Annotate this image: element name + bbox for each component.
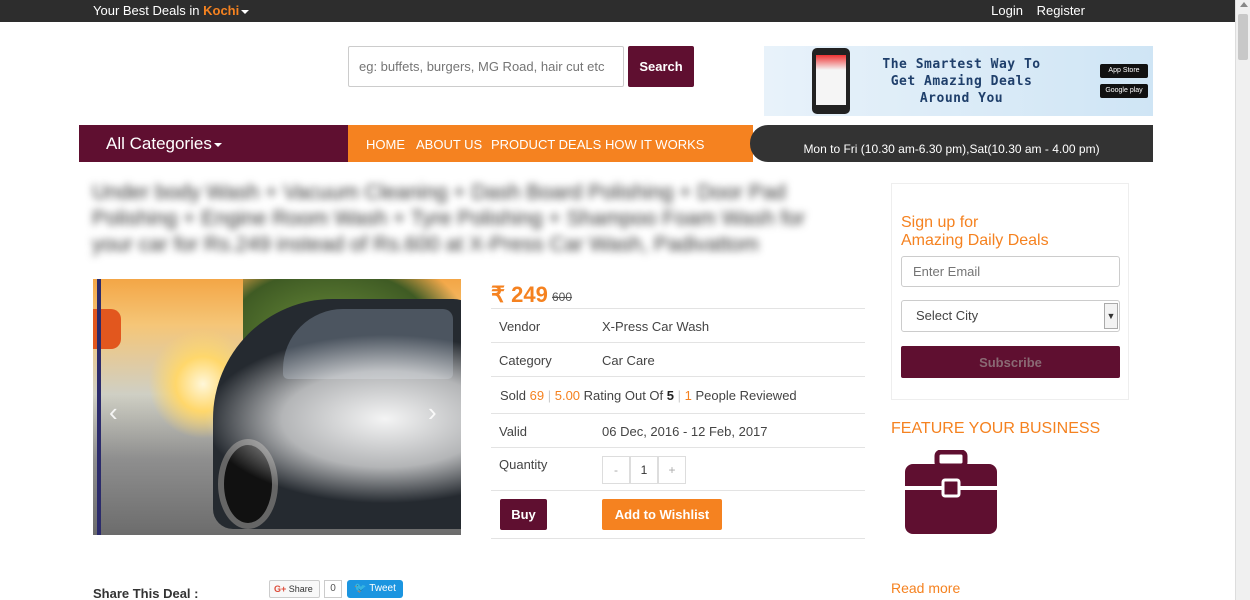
google-play-badge[interactable]: Google play xyxy=(1100,84,1148,98)
nav-item-about-us[interactable]: ABOUT US xyxy=(416,137,482,152)
signup-heading: Sign up for Amazing Daily Deals xyxy=(901,214,1049,250)
location-selector[interactable]: Your Best Deals in Kochi xyxy=(93,3,250,18)
search-input[interactable] xyxy=(348,46,624,87)
dropdown-arrow-icon[interactable]: ▼ xyxy=(1104,303,1118,329)
city-select-value: Select City xyxy=(916,308,979,323)
actions-row: Buy Add to Wishlist xyxy=(491,490,865,539)
rating-row: Sold 69 | 5.00 Rating Out Of 5 | 1 Peopl… xyxy=(491,376,865,413)
vendor-row: Vendor X-Press Car Wash xyxy=(491,308,865,342)
register-link[interactable]: Register xyxy=(1037,3,1085,18)
deal-price: ₹ 249 xyxy=(491,282,548,307)
category-label: Category xyxy=(499,353,552,368)
add-to-wishlist-button[interactable]: Add to Wishlist xyxy=(602,499,722,530)
google-plus-icon: G+ xyxy=(274,584,287,594)
buy-button[interactable]: Buy xyxy=(500,499,547,530)
phone-icon xyxy=(812,48,850,114)
app-store-badge[interactable]: App Store xyxy=(1100,64,1148,78)
deal-details: Vendor X-Press Car Wash Category Car Car… xyxy=(491,308,865,539)
google-plus-share-button[interactable]: G+ Share xyxy=(269,580,320,598)
briefcase-icon xyxy=(905,450,997,534)
qty-minus-button[interactable]: - xyxy=(602,456,630,484)
all-categories-dropdown[interactable]: All Categories xyxy=(79,125,348,162)
tweet-label: Tweet xyxy=(369,583,396,594)
read-more-link[interactable]: Read more xyxy=(891,580,960,596)
valid-label: Valid xyxy=(499,424,527,439)
city-select[interactable]: Select City ▼ xyxy=(901,300,1120,332)
reviewed-text: People Reviewed xyxy=(695,388,797,403)
rating-text: Rating Out Of xyxy=(583,388,664,403)
signup-heading-line1: Sign up for xyxy=(901,214,979,231)
business-hours: Mon to Fri (10.30 am-6.30 pm),Sat(10.30 … xyxy=(750,125,1153,162)
tweet-button[interactable]: 🐦 Tweet xyxy=(347,580,403,598)
scrollbar-thumb[interactable] xyxy=(1238,14,1248,60)
sold-count: 69 xyxy=(529,388,545,403)
category-row: Category Car Care xyxy=(491,342,865,376)
signup-heading-line2: Amazing Daily Deals xyxy=(901,232,1049,249)
subscribe-button[interactable]: Subscribe xyxy=(901,346,1120,378)
rating-summary: Sold 69 | 5.00 Rating Out Of 5 | 1 Peopl… xyxy=(500,388,797,403)
main-nav: All Categories HOME ABOUT US PRODUCT DEA… xyxy=(79,125,1153,162)
original-price: 600 xyxy=(552,290,573,304)
search-button[interactable]: Search xyxy=(628,46,694,87)
qty-value[interactable]: 1 xyxy=(630,456,658,484)
valid-dates: 06 Dec, 2016 - 12 Feb, 2017 xyxy=(602,424,768,439)
carousel-next-icon[interactable]: › xyxy=(428,397,437,428)
login-link[interactable]: Login xyxy=(991,3,1023,18)
signup-panel: Sign up for Amazing Daily Deals Select C… xyxy=(891,183,1129,400)
review-count: 1 xyxy=(684,388,692,403)
nav-item-home[interactable]: HOME xyxy=(366,137,405,152)
all-categories-label: All Categories xyxy=(106,134,212,153)
twitter-bird-icon: 🐦 xyxy=(354,583,367,594)
location-prefix: Your Best Deals in xyxy=(93,3,200,18)
banner-tagline: The Smartest Way To Get Amazing Deals Ar… xyxy=(882,57,1041,106)
quantity-label: Quantity xyxy=(499,457,548,472)
scroll-up-icon[interactable] xyxy=(1240,2,1248,7)
feature-business-title: FEATURE YOUR BUSINESS xyxy=(891,420,1101,437)
share-label: Share This Deal : xyxy=(93,586,199,600)
vendor-value: X-Press Car Wash xyxy=(602,319,710,334)
google-plus-count: 0 xyxy=(324,580,342,598)
valid-row: Valid 06 Dec, 2016 - 12 Feb, 2017 xyxy=(491,413,865,447)
vendor-label: Vendor xyxy=(499,319,541,334)
carousel-prev-icon[interactable]: ‹ xyxy=(109,397,118,428)
rating-max: 5 xyxy=(666,388,675,403)
deal-image-carousel[interactable]: ‹ › xyxy=(93,279,461,535)
app-banner[interactable]: The Smartest Way To Get Amazing Deals Ar… xyxy=(764,46,1153,116)
caret-down-icon[interactable] xyxy=(241,9,250,14)
nav-menu: HOME ABOUT US PRODUCT DEALS HOW IT WORKS xyxy=(348,125,753,162)
nav-item-how-it-works[interactable]: HOW IT WORKS xyxy=(605,137,704,152)
city-name[interactable]: Kochi xyxy=(203,3,239,18)
email-field[interactable] xyxy=(901,256,1120,287)
qty-plus-button[interactable]: + xyxy=(658,456,686,484)
quantity-stepper[interactable]: - 1 + xyxy=(602,456,686,484)
caret-down-icon xyxy=(213,142,222,147)
sold-label: Sold xyxy=(500,388,527,403)
category-value: Car Care xyxy=(602,353,655,368)
page: Your Best Deals in Kochi Login Register … xyxy=(0,0,1250,600)
nav-item-product-deals[interactable]: PRODUCT DEALS xyxy=(491,137,601,152)
google-plus-share-label: Share xyxy=(288,584,313,594)
auth-links: Login Register xyxy=(981,3,1085,18)
top-bar: Your Best Deals in Kochi Login Register xyxy=(0,0,1235,22)
quantity-row: Quantity - 1 + xyxy=(491,447,865,490)
scrollbar[interactable] xyxy=(1235,0,1250,600)
deal-title: Under body Wash + Vacuum Cleaning + Dash… xyxy=(92,181,805,256)
rating-value: 5.00 xyxy=(554,388,581,403)
